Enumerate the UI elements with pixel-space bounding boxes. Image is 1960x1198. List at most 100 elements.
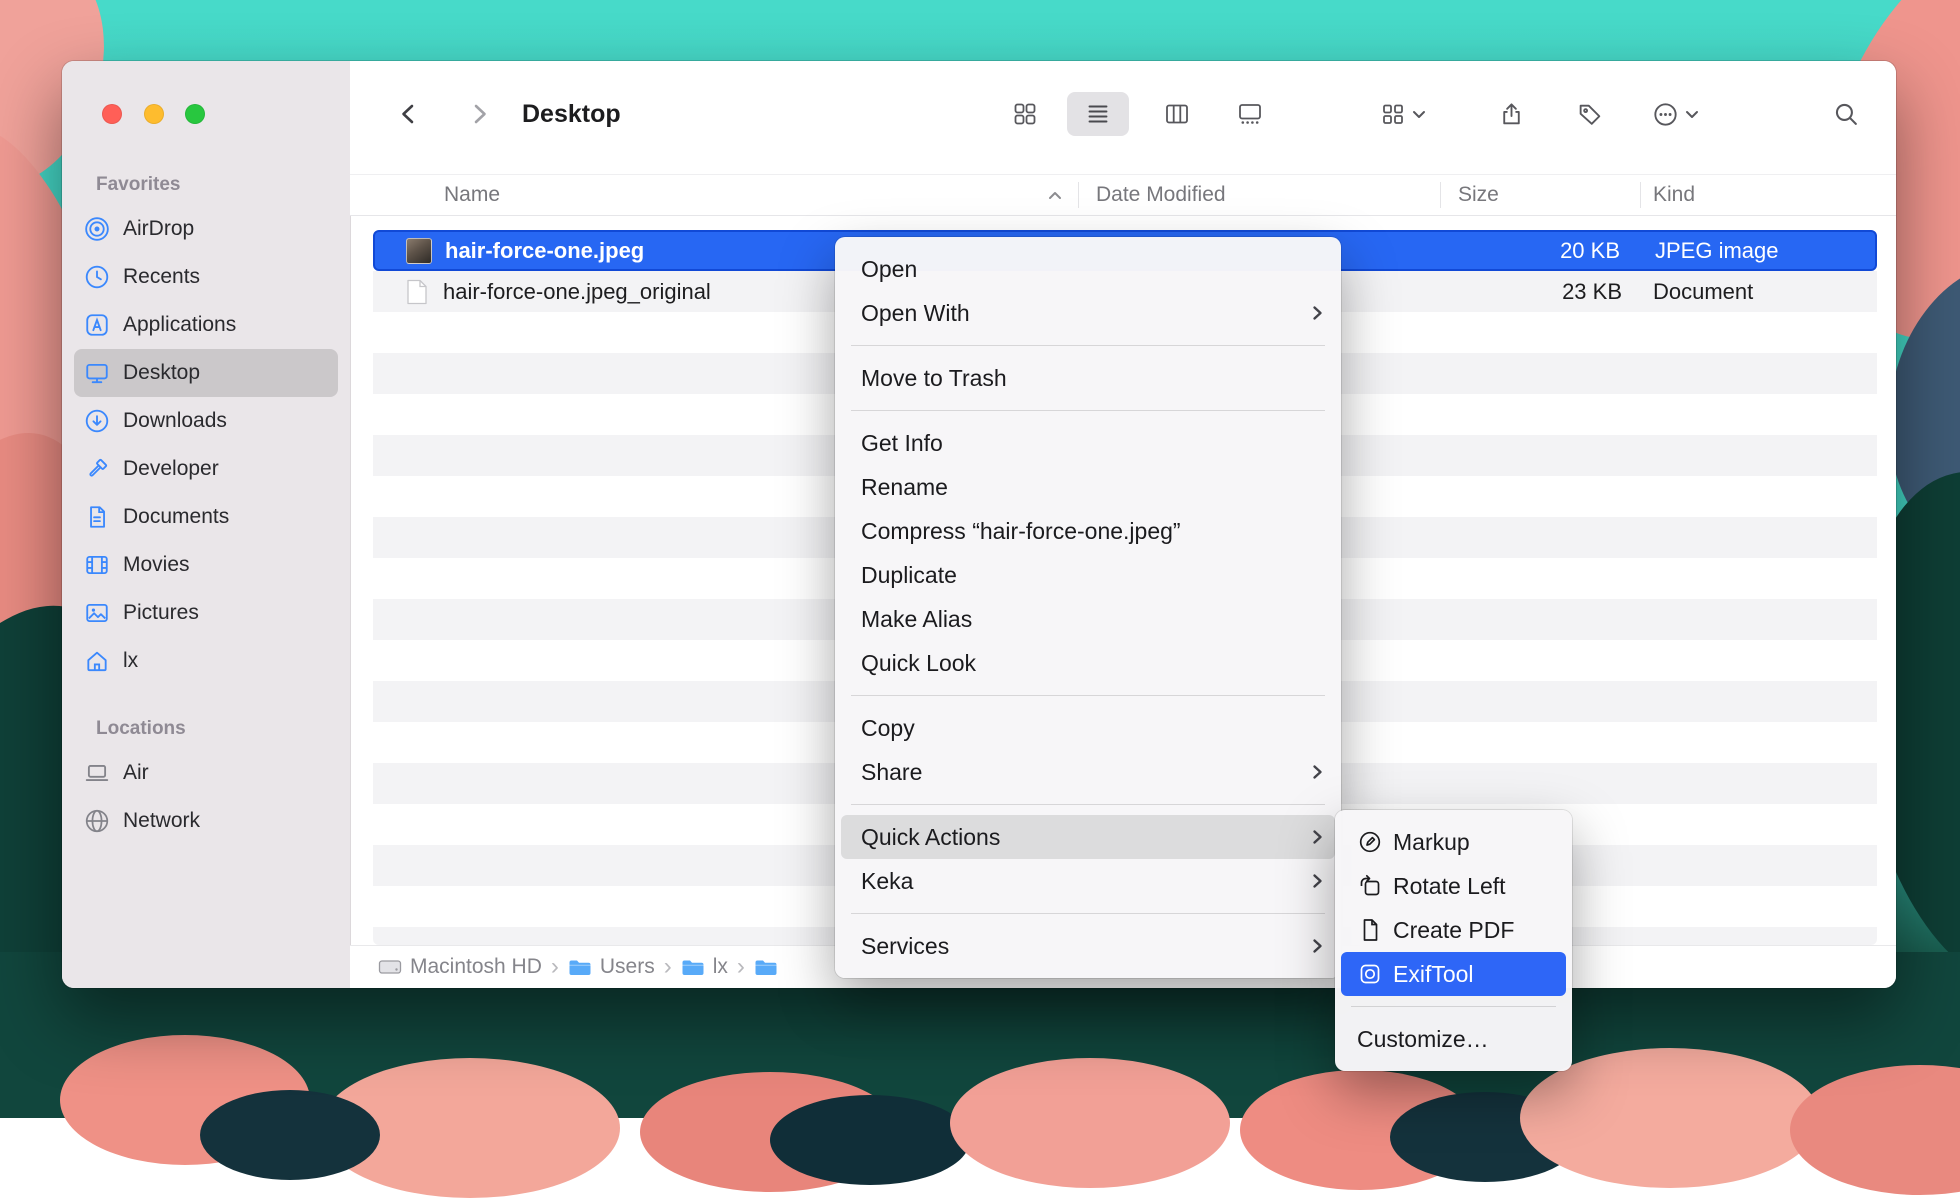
column-view-button[interactable] (1148, 92, 1206, 136)
menu-item-duplicate[interactable]: Duplicate (841, 553, 1335, 597)
menu-item-share[interactable]: Share (841, 750, 1335, 794)
sidebar-item-label: Desktop (123, 361, 200, 385)
menu-item-label: Keka (861, 868, 913, 895)
sidebar-item-air[interactable]: Air (74, 749, 338, 797)
menu-item-label: Rename (861, 474, 948, 501)
minimize-button[interactable] (144, 104, 164, 124)
laptop-icon (84, 760, 110, 786)
sidebar-item-developer[interactable]: Developer (74, 445, 338, 493)
share-button[interactable] (1489, 92, 1533, 136)
menu-item-quick-look[interactable]: Quick Look (841, 641, 1335, 685)
path-item-lx[interactable]: lx (681, 955, 728, 979)
more-options-button[interactable] (1643, 92, 1707, 136)
submenu-item-customize[interactable]: Customize… (1341, 1017, 1566, 1061)
sidebar-item-downloads[interactable]: Downloads (74, 397, 338, 445)
menu-separator (851, 913, 1325, 914)
sort-ascending-icon (1048, 175, 1062, 215)
home-icon (84, 648, 110, 674)
zoom-button[interactable] (185, 104, 205, 124)
sidebar-item-network[interactable]: Network (74, 797, 338, 845)
path-item-label: Users (600, 955, 655, 979)
file-name: hair-force-one.jpeg_original (443, 279, 711, 305)
column-header-size[interactable]: Size (1458, 175, 1499, 215)
path-item-partially-hidden[interactable] (754, 957, 778, 977)
chevron-down-icon (1412, 108, 1426, 120)
window-title: Desktop (522, 61, 621, 167)
sidebar-item-recents[interactable]: Recents (74, 253, 338, 301)
menu-item-rename[interactable]: Rename (841, 465, 1335, 509)
submenu-item-label: Create PDF (1393, 917, 1514, 944)
submenu-item-label: Markup (1393, 829, 1470, 856)
menu-item-keka[interactable]: Keka (841, 859, 1335, 903)
sidebar-item-desktop[interactable]: Desktop (74, 349, 338, 397)
folder-icon (568, 957, 592, 977)
close-button[interactable] (102, 104, 122, 124)
group-by-button[interactable] (1368, 92, 1438, 136)
document-file-icon (404, 279, 430, 305)
sidebar-item-home[interactable]: lx (74, 637, 338, 685)
submenu-item-rotate-left[interactable]: Rotate Left (1341, 864, 1566, 908)
tag-button[interactable] (1568, 92, 1612, 136)
path-separator: › (737, 955, 745, 979)
wallpaper-stone (770, 1095, 970, 1185)
menu-item-move-to-trash[interactable]: Move to Trash (841, 356, 1335, 400)
menu-item-label: Services (861, 933, 949, 960)
column-header-kind[interactable]: Kind (1653, 175, 1695, 215)
menu-item-compress[interactable]: Compress “hair-force-one.jpeg” (841, 509, 1335, 553)
menu-item-label: Open (861, 256, 917, 283)
submenu-item-exiftool[interactable]: ExifTool (1341, 952, 1566, 996)
column-header-name[interactable]: Name (444, 175, 500, 215)
column-divider[interactable] (1440, 182, 1441, 208)
sidebar-item-label: lx (123, 649, 138, 673)
chevron-right-icon (1312, 829, 1323, 845)
chevron-right-icon (1312, 873, 1323, 889)
icon-view-button[interactable] (996, 92, 1054, 136)
path-item-macintosh-hd[interactable]: Macintosh HD (378, 955, 542, 979)
gallery-view-button[interactable] (1221, 92, 1279, 136)
folder-icon (754, 957, 778, 977)
globe-icon (84, 808, 110, 834)
menu-item-services[interactable]: Services (841, 924, 1335, 968)
menu-item-label: Quick Look (861, 650, 976, 677)
movies-icon (84, 552, 110, 578)
sidebar-item-label: Pictures (123, 601, 199, 625)
markup-icon (1357, 829, 1383, 855)
path-item-label: lx (713, 955, 728, 979)
menu-item-label: Compress “hair-force-one.jpeg” (861, 518, 1181, 545)
sidebar-item-label: Air (123, 761, 149, 785)
menu-item-quick-actions[interactable]: Quick Actions (841, 815, 1335, 859)
toolbar: Desktop (350, 61, 1896, 174)
menu-item-copy[interactable]: Copy (841, 706, 1335, 750)
path-item-users[interactable]: Users (568, 955, 655, 979)
sidebar: Favorites AirDrop Recents (62, 61, 351, 988)
forward-button[interactable] (459, 92, 499, 136)
column-divider[interactable] (1078, 182, 1079, 208)
menu-separator (851, 410, 1325, 411)
search-button[interactable] (1824, 92, 1868, 136)
submenu-item-label: Customize… (1357, 1026, 1489, 1053)
column-headers: Name Date Modified Size Kind (350, 174, 1896, 216)
menu-item-make-alias[interactable]: Make Alias (841, 597, 1335, 641)
menu-item-get-info[interactable]: Get Info (841, 421, 1335, 465)
menu-item-label: Copy (861, 715, 915, 742)
exiftool-icon (1357, 961, 1383, 987)
sidebar-item-movies[interactable]: Movies (74, 541, 338, 589)
back-button[interactable] (389, 92, 429, 136)
path-separator: › (551, 955, 559, 979)
menu-item-label: Quick Actions (861, 824, 1000, 851)
sidebar-item-pictures[interactable]: Pictures (74, 589, 338, 637)
column-header-date-modified[interactable]: Date Modified (1096, 175, 1226, 215)
list-view-button[interactable] (1067, 92, 1129, 136)
submenu-item-create-pdf[interactable]: Create PDF (1341, 908, 1566, 952)
menu-item-open-with[interactable]: Open With (841, 291, 1335, 335)
menu-item-open[interactable]: Open (841, 247, 1335, 291)
sidebar-item-applications[interactable]: Applications (74, 301, 338, 349)
sidebar-item-label: Network (123, 809, 200, 833)
column-divider[interactable] (1640, 182, 1641, 208)
chevron-right-icon (1312, 764, 1323, 780)
file-size: 23 KB (1562, 279, 1622, 305)
sidebar-item-airdrop[interactable]: AirDrop (74, 205, 338, 253)
submenu-item-markup[interactable]: Markup (1341, 820, 1566, 864)
sidebar-item-documents[interactable]: Documents (74, 493, 338, 541)
menu-separator (851, 804, 1325, 805)
